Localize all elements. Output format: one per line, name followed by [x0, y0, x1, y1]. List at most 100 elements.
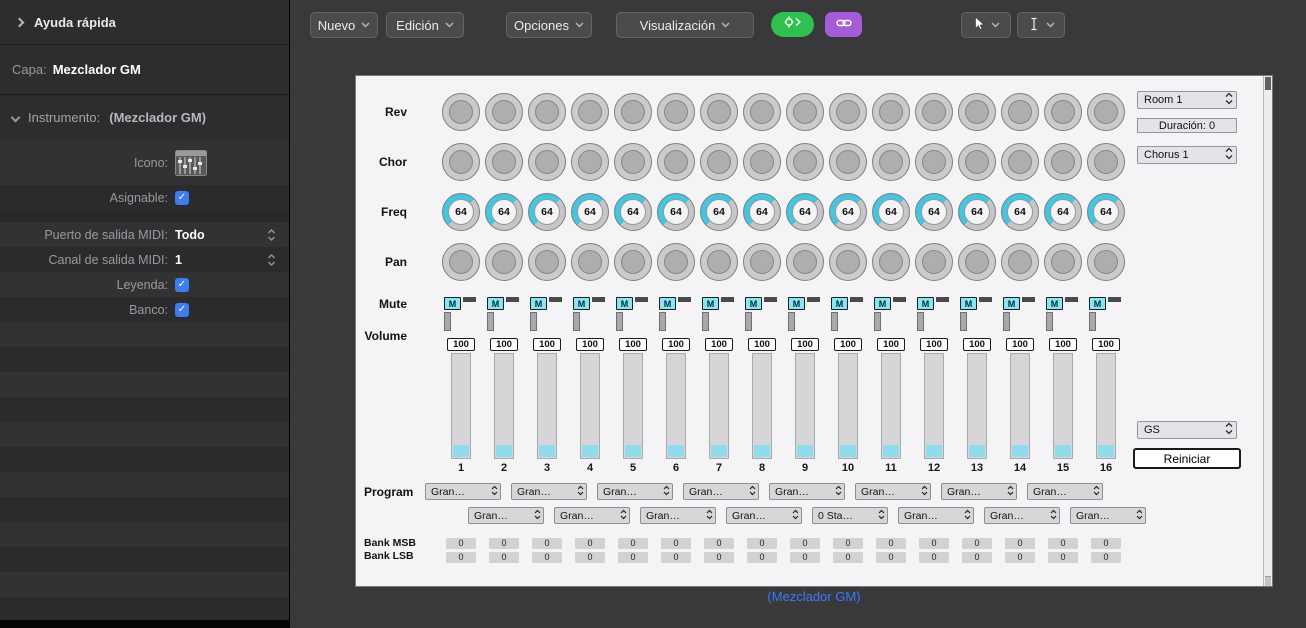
- reverb-knob-ch5[interactable]: [614, 93, 652, 131]
- chorus-knob-ch12[interactable]: [915, 143, 953, 181]
- program-select-ch9[interactable]: Gran…: [769, 483, 845, 500]
- volume-fader-ch14[interactable]: [1010, 353, 1030, 459]
- pan-knob-ch9[interactable]: [786, 243, 824, 281]
- volume-fader-ch12[interactable]: [924, 353, 944, 459]
- freq-knob-ch12[interactable]: 64: [915, 193, 953, 231]
- volume-handle-ch15[interactable]: [1046, 312, 1053, 331]
- instrument-icon[interactable]: [175, 150, 207, 176]
- volume-fader-ch10[interactable]: [838, 353, 858, 459]
- mute-button-ch2[interactable]: M: [487, 297, 504, 310]
- mute-button-ch1[interactable]: M: [444, 297, 461, 310]
- pan-knob-ch5[interactable]: [614, 243, 652, 281]
- volume-fader-ch13[interactable]: [967, 353, 987, 459]
- volume-fader-ch8[interactable]: [752, 353, 772, 459]
- pan-knob-ch6[interactable]: [657, 243, 695, 281]
- midi-port-value[interactable]: Todo: [175, 228, 205, 242]
- volume-handle-ch4[interactable]: [573, 312, 580, 331]
- freq-knob-ch8[interactable]: 64: [743, 193, 781, 231]
- bank-lsb-ch6[interactable]: 0: [661, 552, 691, 563]
- mute-button-ch11[interactable]: M: [874, 297, 891, 310]
- reverb-knob-ch11[interactable]: [872, 93, 910, 131]
- reverb-knob-ch16[interactable]: [1087, 93, 1125, 131]
- freq-knob-ch4[interactable]: 64: [571, 193, 609, 231]
- link-button[interactable]: [825, 12, 862, 37]
- pan-knob-ch10[interactable]: [829, 243, 867, 281]
- program-select-ch10[interactable]: 0 Sta…: [812, 507, 888, 524]
- standard-select[interactable]: GS: [1137, 421, 1237, 439]
- bank-msb-ch6[interactable]: 0: [661, 538, 691, 549]
- bank-lsb-ch12[interactable]: 0: [919, 552, 949, 563]
- bank-msb-ch14[interactable]: 0: [1005, 538, 1035, 549]
- reverb-knob-ch7[interactable]: [700, 93, 738, 131]
- chorus-knob-ch1[interactable]: [442, 143, 480, 181]
- bank-lsb-ch8[interactable]: 0: [747, 552, 777, 563]
- freq-knob-ch10[interactable]: 64: [829, 193, 867, 231]
- volume-handle-ch9[interactable]: [788, 312, 795, 331]
- stepper-icon[interactable]: [267, 227, 276, 242]
- bank-msb-ch9[interactable]: 0: [790, 538, 820, 549]
- quick-help-row[interactable]: Ayuda rápida: [0, 0, 289, 45]
- bank-msb-ch5[interactable]: 0: [618, 538, 648, 549]
- chorus-knob-ch5[interactable]: [614, 143, 652, 181]
- pan-knob-ch4[interactable]: [571, 243, 609, 281]
- volume-fader-ch5[interactable]: [623, 353, 643, 459]
- bank-lsb-ch15[interactable]: 0: [1048, 552, 1078, 563]
- layer-row[interactable]: Capa: Mezclador GM: [0, 45, 289, 95]
- volume-fader-ch16[interactable]: [1096, 353, 1116, 459]
- freq-knob-ch9[interactable]: 64: [786, 193, 824, 231]
- freq-knob-ch14[interactable]: 64: [1001, 193, 1039, 231]
- volume-handle-ch14[interactable]: [1003, 312, 1010, 331]
- bank-lsb-ch3[interactable]: 0: [532, 552, 562, 563]
- freq-knob-ch11[interactable]: 64: [872, 193, 910, 231]
- program-select-ch5[interactable]: Gran…: [597, 483, 673, 500]
- volume-handle-ch8[interactable]: [745, 312, 752, 331]
- pan-knob-ch1[interactable]: [442, 243, 480, 281]
- mute-button-ch7[interactable]: M: [702, 297, 719, 310]
- program-select-ch4[interactable]: Gran…: [554, 507, 630, 524]
- mute-button-ch14[interactable]: M: [1003, 297, 1020, 310]
- chorus-knob-ch7[interactable]: [700, 143, 738, 181]
- mute-button-ch5[interactable]: M: [616, 297, 633, 310]
- bank-lsb-ch9[interactable]: 0: [790, 552, 820, 563]
- instrument-header-row[interactable]: Instrumento: (Mezclador GM): [0, 95, 289, 140]
- bank-msb-ch10[interactable]: 0: [833, 538, 863, 549]
- chorus-knob-ch10[interactable]: [829, 143, 867, 181]
- chorus-knob-ch8[interactable]: [743, 143, 781, 181]
- reverb-knob-ch13[interactable]: [958, 93, 996, 131]
- pan-knob-ch14[interactable]: [1001, 243, 1039, 281]
- reverb-knob-ch9[interactable]: [786, 93, 824, 131]
- chorus-knob-ch4[interactable]: [571, 143, 609, 181]
- bank-lsb-ch14[interactable]: 0: [1005, 552, 1035, 563]
- bank-lsb-ch5[interactable]: 0: [618, 552, 648, 563]
- program-select-ch11[interactable]: Gran…: [855, 483, 931, 500]
- mute-button-ch13[interactable]: M: [960, 297, 977, 310]
- mute-button-ch3[interactable]: M: [530, 297, 547, 310]
- volume-handle-ch2[interactable]: [487, 312, 494, 331]
- pan-knob-ch7[interactable]: [700, 243, 738, 281]
- midi-thru-button[interactable]: [771, 12, 814, 37]
- bank-msb-ch4[interactable]: 0: [575, 538, 605, 549]
- midi-channel-value[interactable]: 1: [175, 253, 182, 267]
- program-select-ch13[interactable]: Gran…: [941, 483, 1017, 500]
- volume-fader-ch15[interactable]: [1053, 353, 1073, 459]
- bank-msb-ch1[interactable]: 0: [446, 538, 476, 549]
- reset-button[interactable]: Reiniciar: [1133, 448, 1241, 469]
- stepper-icon[interactable]: [267, 252, 276, 267]
- reverb-knob-ch15[interactable]: [1044, 93, 1082, 131]
- chorus-knob-ch15[interactable]: [1044, 143, 1082, 181]
- freq-knob-ch6[interactable]: 64: [657, 193, 695, 231]
- pan-knob-ch13[interactable]: [958, 243, 996, 281]
- reverb-knob-ch14[interactable]: [1001, 93, 1039, 131]
- chorus-knob-ch6[interactable]: [657, 143, 695, 181]
- volume-handle-ch5[interactable]: [616, 312, 623, 331]
- menu-edicion[interactable]: Edición: [386, 12, 464, 38]
- menu-opciones[interactable]: Opciones: [506, 12, 592, 38]
- volume-fader-ch11[interactable]: [881, 353, 901, 459]
- reverb-knob-ch3[interactable]: [528, 93, 566, 131]
- program-select-ch1[interactable]: Gran…: [425, 483, 501, 500]
- bank-lsb-ch4[interactable]: 0: [575, 552, 605, 563]
- program-select-ch16[interactable]: Gran…: [1070, 507, 1146, 524]
- program-select-ch6[interactable]: Gran…: [640, 507, 716, 524]
- bank-lsb-ch13[interactable]: 0: [962, 552, 992, 563]
- reverb-knob-ch1[interactable]: [442, 93, 480, 131]
